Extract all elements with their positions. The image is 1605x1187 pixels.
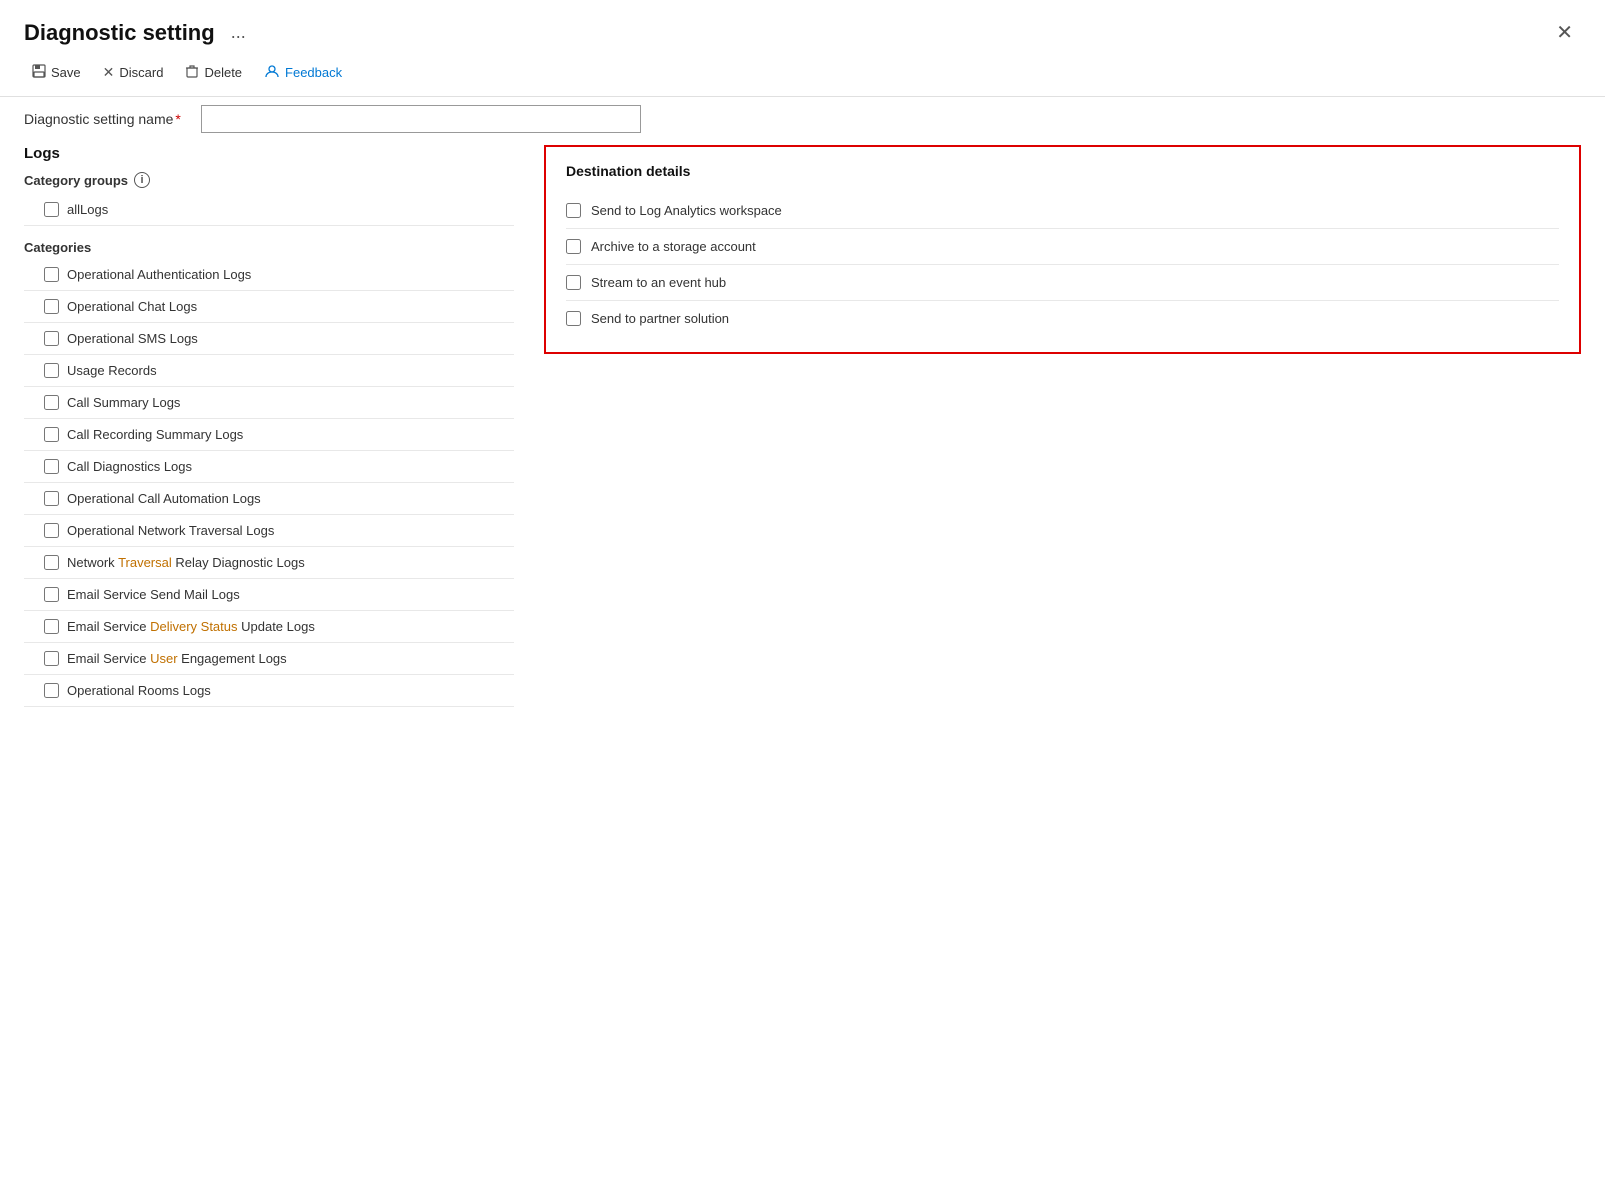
delete-icon [185,64,199,81]
feedback-icon [264,63,280,82]
all-logs-label[interactable]: allLogs [67,202,108,217]
category-label-op-rooms[interactable]: Operational Rooms Logs [67,683,211,698]
close-button[interactable]: ✕ [1548,16,1581,49]
category-checkbox-op-net-traversal[interactable] [44,523,59,538]
main-content: Logs Category groups i allLogs Categorie… [0,145,1605,707]
category-label-op-sms[interactable]: Operational SMS Logs [67,331,198,346]
destination-options: Send to Log Analytics workspace Archive t… [566,193,1559,336]
dest-checkbox-event-hub[interactable] [566,275,581,290]
dest-label-storage[interactable]: Archive to a storage account [591,239,756,254]
toolbar: Save ✕ Discard Delete Feedb [0,49,1605,97]
category-item: Operational Rooms Logs [24,675,514,707]
dest-checkbox-storage[interactable] [566,239,581,254]
category-groups-label: Category groups [24,173,128,188]
logs-panel: Logs Category groups i allLogs Categorie… [24,145,514,707]
category-label-op-auth[interactable]: Operational Authentication Logs [67,267,251,282]
destination-panel: Destination details Send to Log Analytic… [544,145,1581,707]
category-item: Operational SMS Logs [24,323,514,355]
page-title: Diagnostic setting [24,20,215,46]
category-label-call-recording[interactable]: Call Recording Summary Logs [67,427,243,442]
category-label-usage[interactable]: Usage Records [67,363,157,378]
category-item: Call Summary Logs [24,387,514,419]
category-item: Call Recording Summary Logs [24,419,514,451]
category-label-email-send[interactable]: Email Service Send Mail Logs [67,587,240,602]
delete-button[interactable]: Delete [177,60,250,85]
ellipsis-button[interactable]: ... [225,20,252,45]
dest-label-partner[interactable]: Send to partner solution [591,311,729,326]
setting-name-input[interactable] [201,105,641,133]
save-button[interactable]: Save [24,60,89,85]
category-item: Network Traversal Relay Diagnostic Logs [24,547,514,579]
setting-name-label: Diagnostic setting name* [24,111,181,127]
category-checkbox-op-rooms[interactable] [44,683,59,698]
category-item: Email Service Send Mail Logs [24,579,514,611]
category-checkbox-op-chat[interactable] [44,299,59,314]
category-label-op-net-traversal[interactable]: Operational Network Traversal Logs [67,523,274,538]
dest-option-event-hub: Stream to an event hub [566,265,1559,301]
category-checkbox-email-delivery[interactable] [44,619,59,634]
feedback-button[interactable]: Feedback [256,59,350,86]
setting-name-row: Diagnostic setting name* [0,97,1605,145]
category-checkbox-op-auth[interactable] [44,267,59,282]
category-checkbox-email-user[interactable] [44,651,59,666]
category-checkbox-net-traversal-relay[interactable] [44,555,59,570]
category-item: Usage Records [24,355,514,387]
all-logs-row: allLogs [24,194,514,226]
destination-box: Destination details Send to Log Analytic… [544,145,1581,354]
destination-title: Destination details [566,163,1559,179]
category-item: Operational Chat Logs [24,291,514,323]
category-label-op-call-auto[interactable]: Operational Call Automation Logs [67,491,261,506]
discard-icon: ✕ [103,64,115,81]
category-checkbox-email-send[interactable] [44,587,59,602]
category-checkbox-usage[interactable] [44,363,59,378]
category-checkbox-call-recording[interactable] [44,427,59,442]
dest-option-log-analytics: Send to Log Analytics workspace [566,193,1559,229]
diagnostic-panel: Diagnostic setting ... ✕ Save ✕ Discard [0,0,1605,1187]
panel-header: Diagnostic setting ... ✕ [0,0,1605,49]
all-logs-checkbox[interactable] [44,202,59,217]
category-checkbox-call-diagnostics[interactable] [44,459,59,474]
category-groups-header: Category groups i [24,172,514,188]
dest-label-event-hub[interactable]: Stream to an event hub [591,275,726,290]
dest-label-log-analytics[interactable]: Send to Log Analytics workspace [591,203,782,218]
category-checkbox-op-call-auto[interactable] [44,491,59,506]
info-icon: i [134,172,150,188]
panel-title: Diagnostic setting ... [24,20,252,46]
category-item: Call Diagnostics Logs [24,451,514,483]
category-label-email-user[interactable]: Email Service User Engagement Logs [67,651,287,666]
save-icon [32,64,46,81]
category-item: Email Service Delivery Status Update Log… [24,611,514,643]
category-checkbox-call-summary[interactable] [44,395,59,410]
category-label-net-traversal-relay[interactable]: Network Traversal Relay Diagnostic Logs [67,555,305,570]
discard-button[interactable]: ✕ Discard [95,60,172,85]
category-item: Email Service User Engagement Logs [24,643,514,675]
dest-option-partner: Send to partner solution [566,301,1559,336]
category-label-call-summary[interactable]: Call Summary Logs [67,395,180,410]
category-label-email-delivery[interactable]: Email Service Delivery Status Update Log… [67,619,315,634]
category-label-op-chat[interactable]: Operational Chat Logs [67,299,197,314]
categories-list: Operational Authentication Logs Operation… [24,259,514,707]
category-item: Operational Call Automation Logs [24,483,514,515]
required-indicator: * [175,111,180,127]
dest-checkbox-log-analytics[interactable] [566,203,581,218]
logs-section-title: Logs [24,145,514,162]
dest-checkbox-partner[interactable] [566,311,581,326]
categories-section-label: Categories [24,240,514,255]
category-item: Operational Network Traversal Logs [24,515,514,547]
dest-option-storage: Archive to a storage account [566,229,1559,265]
category-checkbox-op-sms[interactable] [44,331,59,346]
category-item: Operational Authentication Logs [24,259,514,291]
category-label-call-diagnostics[interactable]: Call Diagnostics Logs [67,459,192,474]
